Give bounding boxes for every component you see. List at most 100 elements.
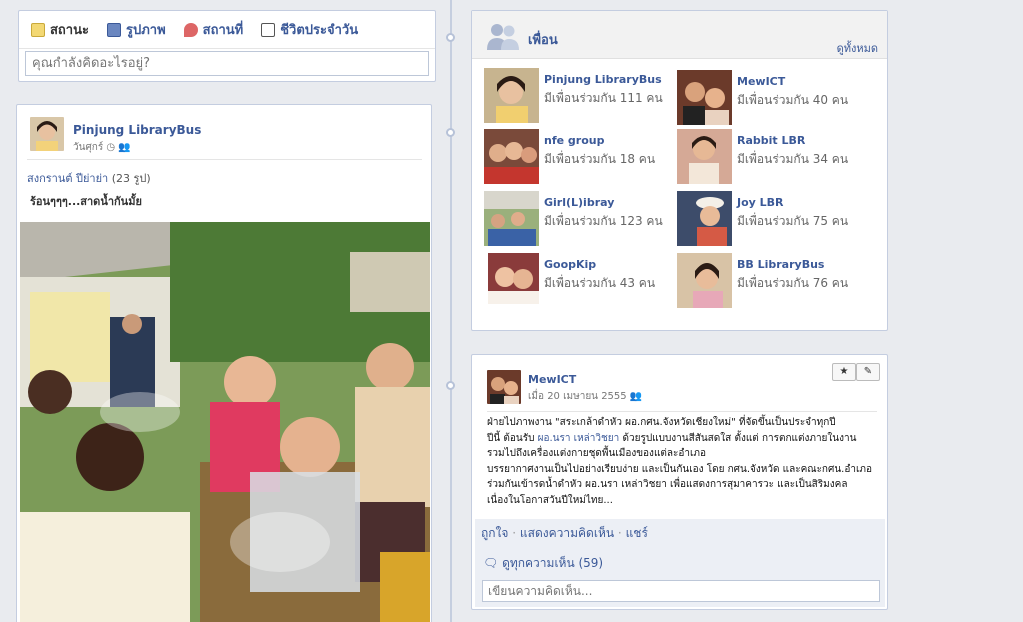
album-name[interactable]: สงกรานต์ (27, 172, 73, 185)
audience-icon: 👥 (118, 142, 131, 153)
tab-place-label: สถานที่ (202, 23, 244, 38)
composer-tabs: สถานะ รูปภาพ สถานที่ ชีวิตประจำวัน (19, 11, 435, 49)
feedback-area: ถูกใจ · แสดงความคิดเห็น · แชร์ 🗨 ดูทุกคว… (475, 519, 885, 607)
friend-photo[interactable] (677, 191, 732, 246)
like-link[interactable]: ถูกใจ (481, 526, 508, 540)
mutual-friends[interactable]: มีเพื่อนร่วมกัน 111 คน (544, 89, 663, 108)
friend-name[interactable]: GoopKip (544, 258, 596, 271)
share-link[interactable]: แชร์ (626, 526, 648, 540)
post-author[interactable]: MewICT (528, 373, 576, 386)
status-input[interactable] (25, 51, 429, 76)
timeline-dot (446, 33, 455, 42)
mutual-friends[interactable]: มีเพื่อนร่วมกัน 123 คน (544, 212, 663, 231)
friend-item[interactable]: nfe group มีเพื่อนร่วมกัน 18 คน (484, 129, 674, 185)
text-post: MewICT เมื่อ 20 เมษายน 2555 👥 ★ ✎ ฝ่ายไป… (471, 354, 888, 610)
post-body-line: เนื่องในโอกาสวันปีใหม่ไทย... (487, 494, 613, 506)
friend-item[interactable]: Pinjung LibraryBus มีเพื่อนร่วมกัน 111 ค… (484, 68, 674, 124)
friends-icon (487, 24, 519, 50)
tab-status-label: สถานะ (50, 23, 89, 38)
friend-photo[interactable] (488, 253, 539, 304)
post-body-line: รวมไปถึงเครื่องแต่งกายชุดพื้นเมืองของแต่… (487, 448, 707, 459)
mutual-friends[interactable]: มีเพื่อนร่วมกัน 18 คน (544, 150, 655, 169)
album-owner[interactable]: ปีย่าย่า (76, 172, 108, 185)
album-link[interactable]: สงกรานต์ ปีย่าย่า (23 รูป) (27, 169, 151, 187)
post-body-text: ด้วยรูปแบบงานสีสันสดใส ตั้งแต่ การตกแต่ง… (619, 432, 857, 444)
feedback-actions: ถูกใจ · แสดงความคิดเห็น · แชร์ (481, 524, 648, 543)
friend-name[interactable]: MewICT (737, 75, 785, 88)
view-comments-link[interactable]: 🗨 ดูทุกความเห็น (59) (483, 554, 603, 573)
mutual-friends[interactable]: มีเพื่อนร่วมกัน 43 คน (544, 274, 655, 293)
status-icon (31, 22, 45, 37)
photo-icon (106, 22, 121, 37)
edit-button[interactable]: ✎ (856, 363, 880, 381)
post-body-text: ปีนี้ ต้อนรับ (487, 432, 538, 444)
tab-place[interactable]: สถานที่ (183, 19, 244, 40)
avatar[interactable] (487, 370, 521, 404)
friend-photo[interactable] (677, 70, 732, 125)
friend-item[interactable]: Girl(L)ibray มีเพื่อนร่วมกัน 123 คน (484, 191, 674, 247)
mutual-friends[interactable]: มีเพื่อนร่วมกัน 40 คน (737, 91, 848, 110)
clock-icon: ◷ (106, 142, 119, 153)
friend-name[interactable]: Girl(L)ibray (544, 196, 614, 209)
friend-item[interactable]: Joy LBR มีเพื่อนร่วมกัน 75 คน (677, 191, 867, 247)
tab-life-event-label: ชีวิตประจำวัน (280, 23, 359, 38)
tab-status[interactable]: สถานะ (31, 19, 89, 40)
friend-name[interactable]: nfe group (544, 134, 604, 147)
album-count: (23 รูป) (111, 172, 151, 185)
friends-title[interactable]: เพื่อน (528, 29, 558, 50)
friend-item[interactable]: GoopKip มีเพื่อนร่วมกัน 43 คน (488, 253, 678, 309)
photo-post: Pinjung LibraryBus วันศุกร์ ◷ 👥 สงกรานต์… (16, 104, 432, 622)
post-date-label: วันศุกร์ (73, 142, 104, 153)
friend-item[interactable]: Rabbit LBR มีเพื่อนร่วมกัน 34 คน (677, 129, 867, 185)
timeline-dot (446, 128, 455, 137)
status-composer: สถานะ รูปภาพ สถานที่ ชีวิตประจำวัน (18, 10, 436, 82)
comment-link[interactable]: แสดงความคิดเห็น (520, 526, 614, 540)
tab-photo-label: รูปภาพ (125, 23, 166, 38)
post-body-line: ร่วมกันเข้ารดน้ำดำหัว ผอ.นรา เหล่าวิชยา … (487, 479, 848, 490)
comment-input[interactable] (482, 580, 880, 602)
timeline-spine (450, 0, 452, 622)
friend-name[interactable]: BB LibraryBus (737, 258, 824, 271)
friend-photo[interactable] (484, 129, 539, 184)
mutual-friends[interactable]: มีเพื่อนร่วมกัน 76 คน (737, 274, 848, 293)
friend-name[interactable]: Rabbit LBR (737, 134, 805, 147)
post-body: ฝ่ายไปภาพงาน "สระเกล้าดำหัว ผอ.กศน.จังหว… (487, 415, 882, 508)
post-body-line: บรรยากาศงานเป็นไปอย่างเรียบง่าย และเป็นก… (487, 463, 872, 475)
post-date[interactable]: วันศุกร์ ◷ 👥 (73, 140, 131, 155)
tagged-person-link[interactable]: ผอ.นรา เหล่าวิชยา (538, 433, 620, 444)
timeline-dot (446, 381, 455, 390)
tab-life-event[interactable]: ชีวิตประจำวัน (261, 19, 358, 40)
mutual-friends[interactable]: มีเพื่อนร่วมกัน 75 คน (737, 212, 848, 231)
separator-dot: · (617, 526, 622, 540)
friend-photo[interactable] (677, 253, 732, 308)
separator-dot: · (512, 526, 517, 540)
friend-photo[interactable] (484, 68, 539, 123)
friend-item[interactable]: BB LibraryBus มีเพื่อนร่วมกัน 76 คน (677, 253, 867, 309)
life-event-icon (261, 22, 276, 37)
avatar[interactable] (30, 117, 64, 151)
post-date[interactable]: เมื่อ 20 เมษายน 2555 👥 (528, 389, 642, 404)
friends-box: เพื่อน ดูทั้งหมด Pinjung LibraryBus มีเพ… (471, 10, 888, 331)
post-body-line: ฝ่ายไปภาพงาน "สระเกล้าดำหัว ผอ.กศน.จังหว… (487, 417, 836, 428)
post-photo[interactable] (20, 222, 430, 622)
see-all-link[interactable]: ดูทั้งหมด (837, 39, 878, 57)
tab-photo[interactable]: รูปภาพ (106, 19, 166, 40)
place-icon (183, 22, 198, 37)
friends-header: เพื่อน ดูทั้งหมด (472, 11, 887, 59)
post-date-label: เมื่อ 20 เมษายน 2555 (528, 391, 627, 402)
view-comments-label[interactable]: ดูทุกความเห็น (59) (502, 556, 603, 570)
audience-icon: 👥 (629, 391, 643, 402)
mutual-friends[interactable]: มีเพื่อนร่วมกัน 34 คน (737, 150, 848, 169)
post-caption: ร้อนๆๆๆ...สาดน้ำกันมั้ย (30, 195, 142, 208)
friend-item[interactable]: MewICT มีเพื่อนร่วมกัน 40 คน (677, 70, 867, 126)
star-button[interactable]: ★ (832, 363, 856, 381)
friend-name[interactable]: Pinjung LibraryBus (544, 73, 662, 86)
friend-photo[interactable] (484, 191, 539, 246)
comment-icon: 🗨 (483, 556, 503, 570)
post-body-line: ปีนี้ ต้อนรับ ผอ.นรา เหล่าวิชยา ด้วยรูปแ… (487, 431, 882, 447)
friend-photo[interactable] (677, 129, 732, 184)
divider (487, 411, 877, 412)
divider (27, 159, 422, 160)
post-author[interactable]: Pinjung LibraryBus (73, 123, 201, 137)
friend-name[interactable]: Joy LBR (737, 196, 784, 209)
